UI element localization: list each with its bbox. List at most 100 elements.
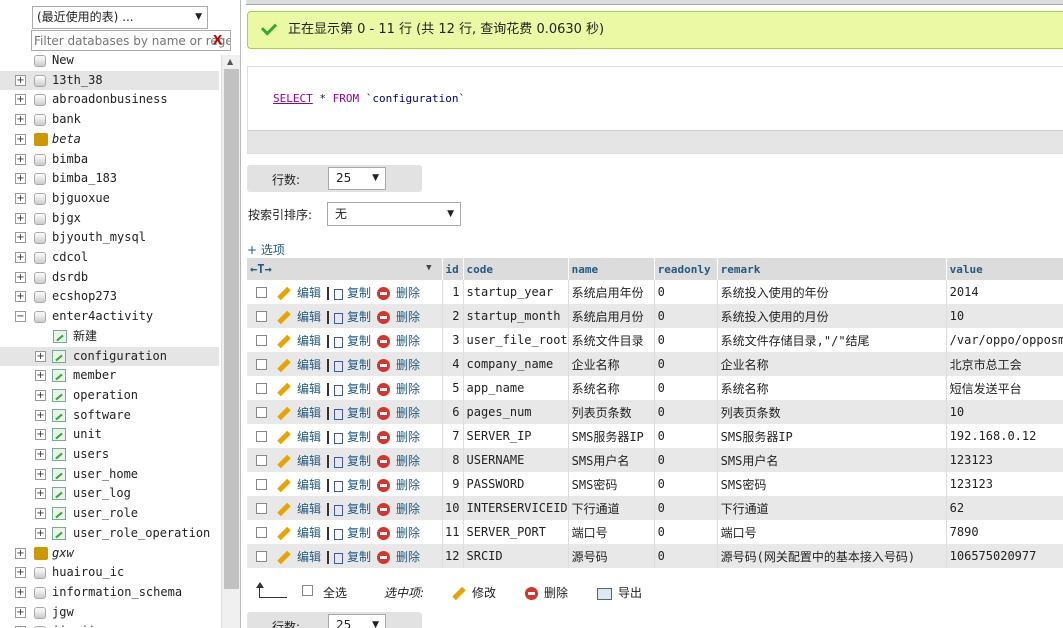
tree-item-database[interactable]: + dsrdb bbox=[0, 268, 219, 287]
tree-item-database[interactable]: New bbox=[0, 51, 219, 70]
delete-button[interactable]: 删除 bbox=[377, 548, 420, 565]
cell-readonly[interactable]: 0 bbox=[654, 448, 718, 472]
tree-item-database[interactable]: + ecshop273 bbox=[0, 287, 219, 306]
cell-code[interactable]: INTERSERVICEID bbox=[463, 496, 569, 520]
cell-remark[interactable]: 企业名称 bbox=[717, 352, 947, 376]
bulk-modify-button[interactable]: 修改 bbox=[452, 584, 496, 601]
edit-button[interactable]: 编辑 bbox=[277, 548, 321, 565]
expand-icon[interactable]: + bbox=[15, 291, 26, 303]
copy-button[interactable]: 复制 bbox=[327, 356, 371, 373]
cell-name[interactable]: 系统启用年份 bbox=[568, 280, 655, 304]
tree-item-database[interactable]: 新建 bbox=[0, 327, 219, 346]
tree-item-database[interactable]: + bimba_183 bbox=[0, 169, 219, 188]
tree-item-table[interactable]: + user_home bbox=[0, 465, 219, 484]
cell-code[interactable]: pages_num bbox=[463, 400, 569, 424]
expand-icon[interactable]: + bbox=[35, 449, 46, 460]
cell-code[interactable]: startup_year bbox=[463, 280, 569, 304]
expand-icon[interactable]: + bbox=[35, 488, 46, 500]
cell-name[interactable]: 源号码 bbox=[568, 544, 655, 568]
cell-code[interactable]: SRCID bbox=[463, 544, 569, 568]
cell-remark[interactable]: 列表页条数 bbox=[717, 400, 947, 424]
tree-item-database[interactable]: + bimba bbox=[0, 150, 219, 169]
tree-item-database[interactable]: + bjgx bbox=[0, 209, 219, 228]
delete-button[interactable]: 删除 bbox=[377, 476, 420, 493]
cell-id[interactable]: 1 bbox=[442, 280, 464, 304]
copy-button[interactable]: 复制 bbox=[327, 380, 371, 397]
clear-filter-icon[interactable]: X bbox=[213, 33, 222, 47]
scroll-up-icon[interactable]: ▲ bbox=[227, 57, 233, 66]
delete-button[interactable]: 删除 bbox=[377, 356, 420, 373]
copy-button[interactable]: 复制 bbox=[327, 428, 371, 445]
check-all-checkbox[interactable] bbox=[302, 585, 313, 596]
row-checkbox[interactable] bbox=[256, 310, 267, 322]
row-checkbox[interactable] bbox=[256, 358, 267, 370]
copy-button[interactable]: 复制 bbox=[327, 524, 371, 541]
cell-name[interactable]: 下行通道 bbox=[568, 496, 655, 520]
cell-code[interactable]: PASSWORD bbox=[463, 472, 569, 496]
delete-button[interactable]: 删除 bbox=[377, 452, 420, 469]
copy-button[interactable]: 复制 bbox=[327, 404, 371, 421]
edit-button[interactable]: 编辑 bbox=[277, 284, 321, 301]
expand-icon[interactable]: + bbox=[15, 173, 26, 185]
edit-button[interactable]: 编辑 bbox=[277, 476, 321, 493]
delete-button[interactable]: 删除 bbox=[377, 404, 420, 421]
cell-readonly[interactable]: 0 bbox=[654, 400, 718, 424]
copy-button[interactable]: 复制 bbox=[327, 476, 371, 493]
expand-icon[interactable]: + bbox=[15, 133, 26, 145]
row-checkbox[interactable] bbox=[256, 550, 267, 562]
check-all-label[interactable]: 全选 bbox=[323, 584, 347, 601]
tree-item-database[interactable]: +13th_38 bbox=[0, 70, 219, 90]
cell-value[interactable]: /var/oppo/opposm bbox=[946, 328, 1063, 352]
tree-item-table[interactable]: + member bbox=[0, 366, 219, 385]
column-arrows-icon[interactable]: ←T→ bbox=[250, 262, 272, 276]
scrollbar-thumb[interactable] bbox=[224, 69, 239, 589]
tree-item-table[interactable]: + configuration bbox=[0, 346, 219, 366]
cell-value[interactable]: 10 bbox=[946, 400, 1063, 424]
cell-readonly[interactable]: 0 bbox=[654, 520, 718, 544]
cell-id[interactable]: 3 bbox=[442, 328, 464, 352]
cell-id[interactable]: 9 bbox=[442, 472, 464, 496]
collapse-icon[interactable]: − bbox=[15, 311, 26, 323]
tree-item-database[interactable]: + huairou_ic bbox=[0, 563, 219, 582]
expand-icon[interactable]: + bbox=[15, 192, 26, 204]
edit-button[interactable]: 编辑 bbox=[277, 452, 321, 469]
column-header-id[interactable]: id bbox=[442, 258, 464, 280]
expand-icon[interactable]: + bbox=[15, 252, 26, 263]
cell-readonly[interactable]: 0 bbox=[654, 424, 718, 448]
cell-id[interactable]: 2 bbox=[442, 304, 464, 328]
row-checkbox[interactable] bbox=[256, 526, 267, 538]
cell-id[interactable]: 10 bbox=[442, 496, 464, 520]
delete-button[interactable]: 删除 bbox=[377, 332, 420, 349]
expand-icon[interactable]: + bbox=[15, 114, 26, 126]
expand-icon[interactable]: + bbox=[15, 74, 26, 86]
column-header-remark[interactable]: remark bbox=[717, 258, 947, 280]
delete-button[interactable]: 删除 bbox=[377, 428, 420, 445]
expand-icon[interactable]: + bbox=[15, 547, 26, 559]
expand-icon[interactable]: + bbox=[35, 429, 46, 441]
tree-item-table[interactable]: + unit bbox=[0, 425, 219, 444]
cell-code[interactable]: SERVER_PORT bbox=[463, 520, 569, 544]
sidebar-scrollbar[interactable]: ▲ bbox=[221, 55, 240, 628]
copy-button[interactable]: 复制 bbox=[327, 500, 371, 517]
cell-name[interactable]: 端口号 bbox=[568, 520, 655, 544]
column-header-code[interactable]: code bbox=[463, 258, 569, 280]
tree-item-table[interactable]: + user_log bbox=[0, 484, 219, 503]
delete-button[interactable]: 删除 bbox=[377, 524, 420, 541]
cell-id[interactable]: 12 bbox=[442, 544, 464, 568]
expand-icon[interactable]: + bbox=[35, 370, 46, 382]
delete-button[interactable]: 删除 bbox=[377, 284, 420, 301]
tree-item-database[interactable]: + bjyouth_mysql bbox=[0, 228, 219, 247]
cell-remark[interactable]: 系统投入使用的年份 bbox=[717, 280, 947, 304]
cell-readonly[interactable]: 0 bbox=[654, 376, 718, 400]
cell-value[interactable]: 北京市总工会 bbox=[946, 352, 1063, 376]
cell-name[interactable]: 企业名称 bbox=[568, 352, 655, 376]
copy-button[interactable]: 复制 bbox=[327, 284, 371, 301]
expand-icon[interactable]: + bbox=[35, 350, 46, 362]
tree-item-table[interactable]: + user_role bbox=[0, 504, 219, 523]
cell-value[interactable]: 192.168.0.12 bbox=[946, 424, 1063, 448]
tree-item-database[interactable]: + jgw bbox=[0, 603, 219, 622]
expand-icon[interactable]: + bbox=[15, 271, 26, 283]
cell-id[interactable]: 4 bbox=[442, 352, 464, 376]
expand-icon[interactable]: + bbox=[15, 606, 26, 618]
cell-value[interactable]: 123123 bbox=[946, 472, 1063, 496]
